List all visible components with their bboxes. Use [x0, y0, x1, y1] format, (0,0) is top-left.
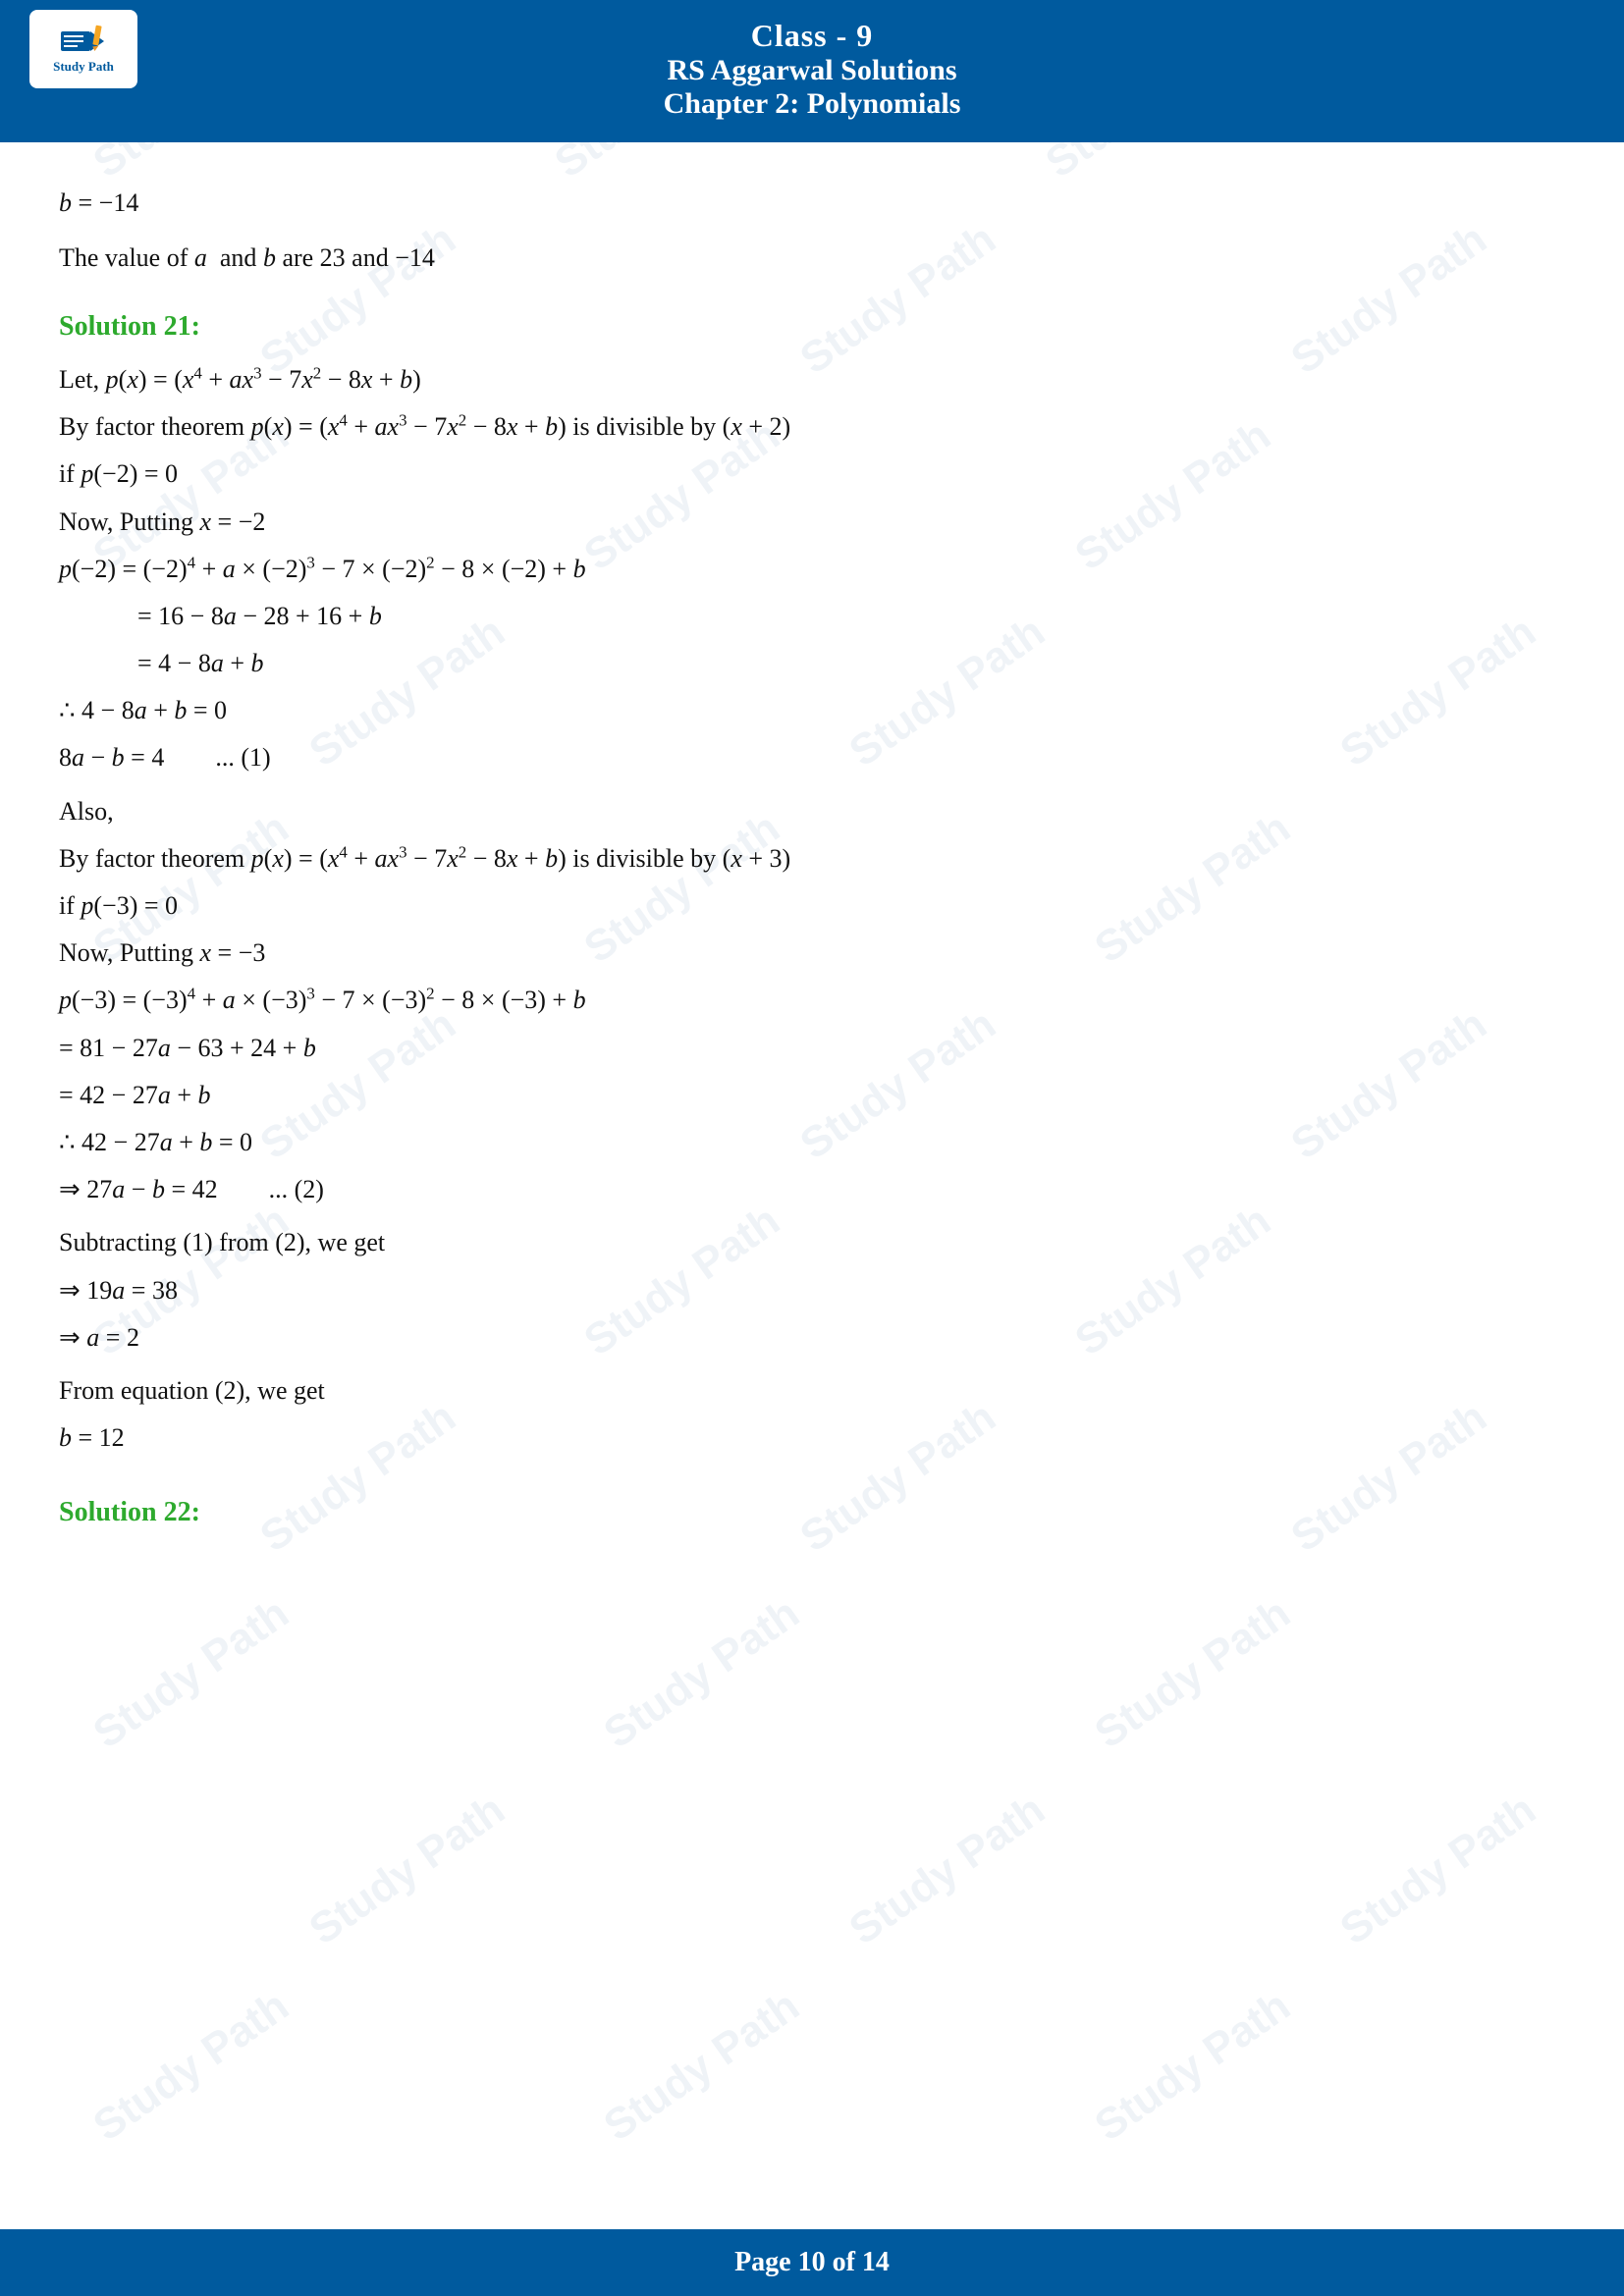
value-statement: The value of a and b are 23 and −14 [59, 237, 1565, 280]
sol21-if-p-neg2: if p(−2) = 0 [59, 453, 1565, 496]
header-class: Class - 9 [20, 18, 1604, 54]
sol21-therefore1: ∴ 4 − 8a + b = 0 [59, 689, 1565, 732]
sol21-let: Let, p(x) = (x4 + ax3 − 7x2 − 8x + b) [59, 358, 1565, 401]
sol21-eq1: 8a − b = 4 ... (1) [59, 736, 1565, 779]
header-chapter: Chapter 2: Polynomials [20, 87, 1604, 121]
sol21-subtracting: Subtracting (1) from (2), we get [59, 1221, 1565, 1264]
solution21-heading: Solution 21: [59, 303, 1565, 350]
sol21-a-value: ⇒ a = 2 [59, 1316, 1565, 1360]
logo-icon [59, 24, 108, 58]
sol21-putting-x-neg2: Now, Putting x = −2 [59, 501, 1565, 544]
sol21-step2: = 4 − 8a + b [137, 642, 1565, 685]
sol21-from-eq2: From equation (2), we get [59, 1369, 1565, 1413]
sol21-p-neg2-expand: p(−2) = (−2)4 + a × (−2)3 − 7 × (−2)2 − … [59, 548, 1565, 591]
page-footer: Page 10 of 14 [0, 2229, 1624, 2296]
sol21-therefore2: ∴ 42 − 27a + b = 0 [59, 1121, 1565, 1164]
sol21-p-neg3-expand: p(−3) = (−3)4 + a × (−3)3 − 7 × (−3)2 − … [59, 979, 1565, 1022]
logo-text: Study Path [53, 60, 114, 74]
sol21-if-p-neg3: if p(−3) = 0 [59, 884, 1565, 928]
page-number: Page 10 of 14 [734, 2247, 890, 2277]
opening-b-value: b = −14 [59, 182, 1565, 225]
sol21-19a38: ⇒ 19a = 38 [59, 1269, 1565, 1312]
header-book: RS Aggarwal Solutions [20, 54, 1604, 87]
sol21-neg3-step2: = 42 − 27a + b [59, 1074, 1565, 1117]
sol21-factor-thm2: By factor theorem p(x) = (x4 + ax3 − 7x2… [59, 837, 1565, 881]
sol21-step1: = 16 − 8a − 28 + 16 + b [137, 595, 1565, 638]
sol21-neg3-step1: = 81 − 27a − 63 + 24 + b [59, 1027, 1565, 1070]
sol21-putting-x-neg3: Now, Putting x = −3 [59, 932, 1565, 975]
content-area: b = −14 The value of a and b are 23 and … [0, 142, 1624, 2229]
sol21-eq2: ⇒ 27a − b = 42 ... (2) [59, 1168, 1565, 1211]
logo: Study Path [29, 10, 137, 88]
solution22-heading: Solution 22: [59, 1489, 1565, 1536]
page: Study Path Study Path Study Path Study P… [0, 0, 1624, 2296]
page-header: Study Path Class - 9 RS Aggarwal Solutio… [0, 0, 1624, 142]
sol21-factor-thm1: By factor theorem p(x) = (x4 + ax3 − 7x2… [59, 405, 1565, 449]
sol21-also: Also, [59, 790, 1565, 833]
sol21-b-value: b = 12 [59, 1416, 1565, 1460]
